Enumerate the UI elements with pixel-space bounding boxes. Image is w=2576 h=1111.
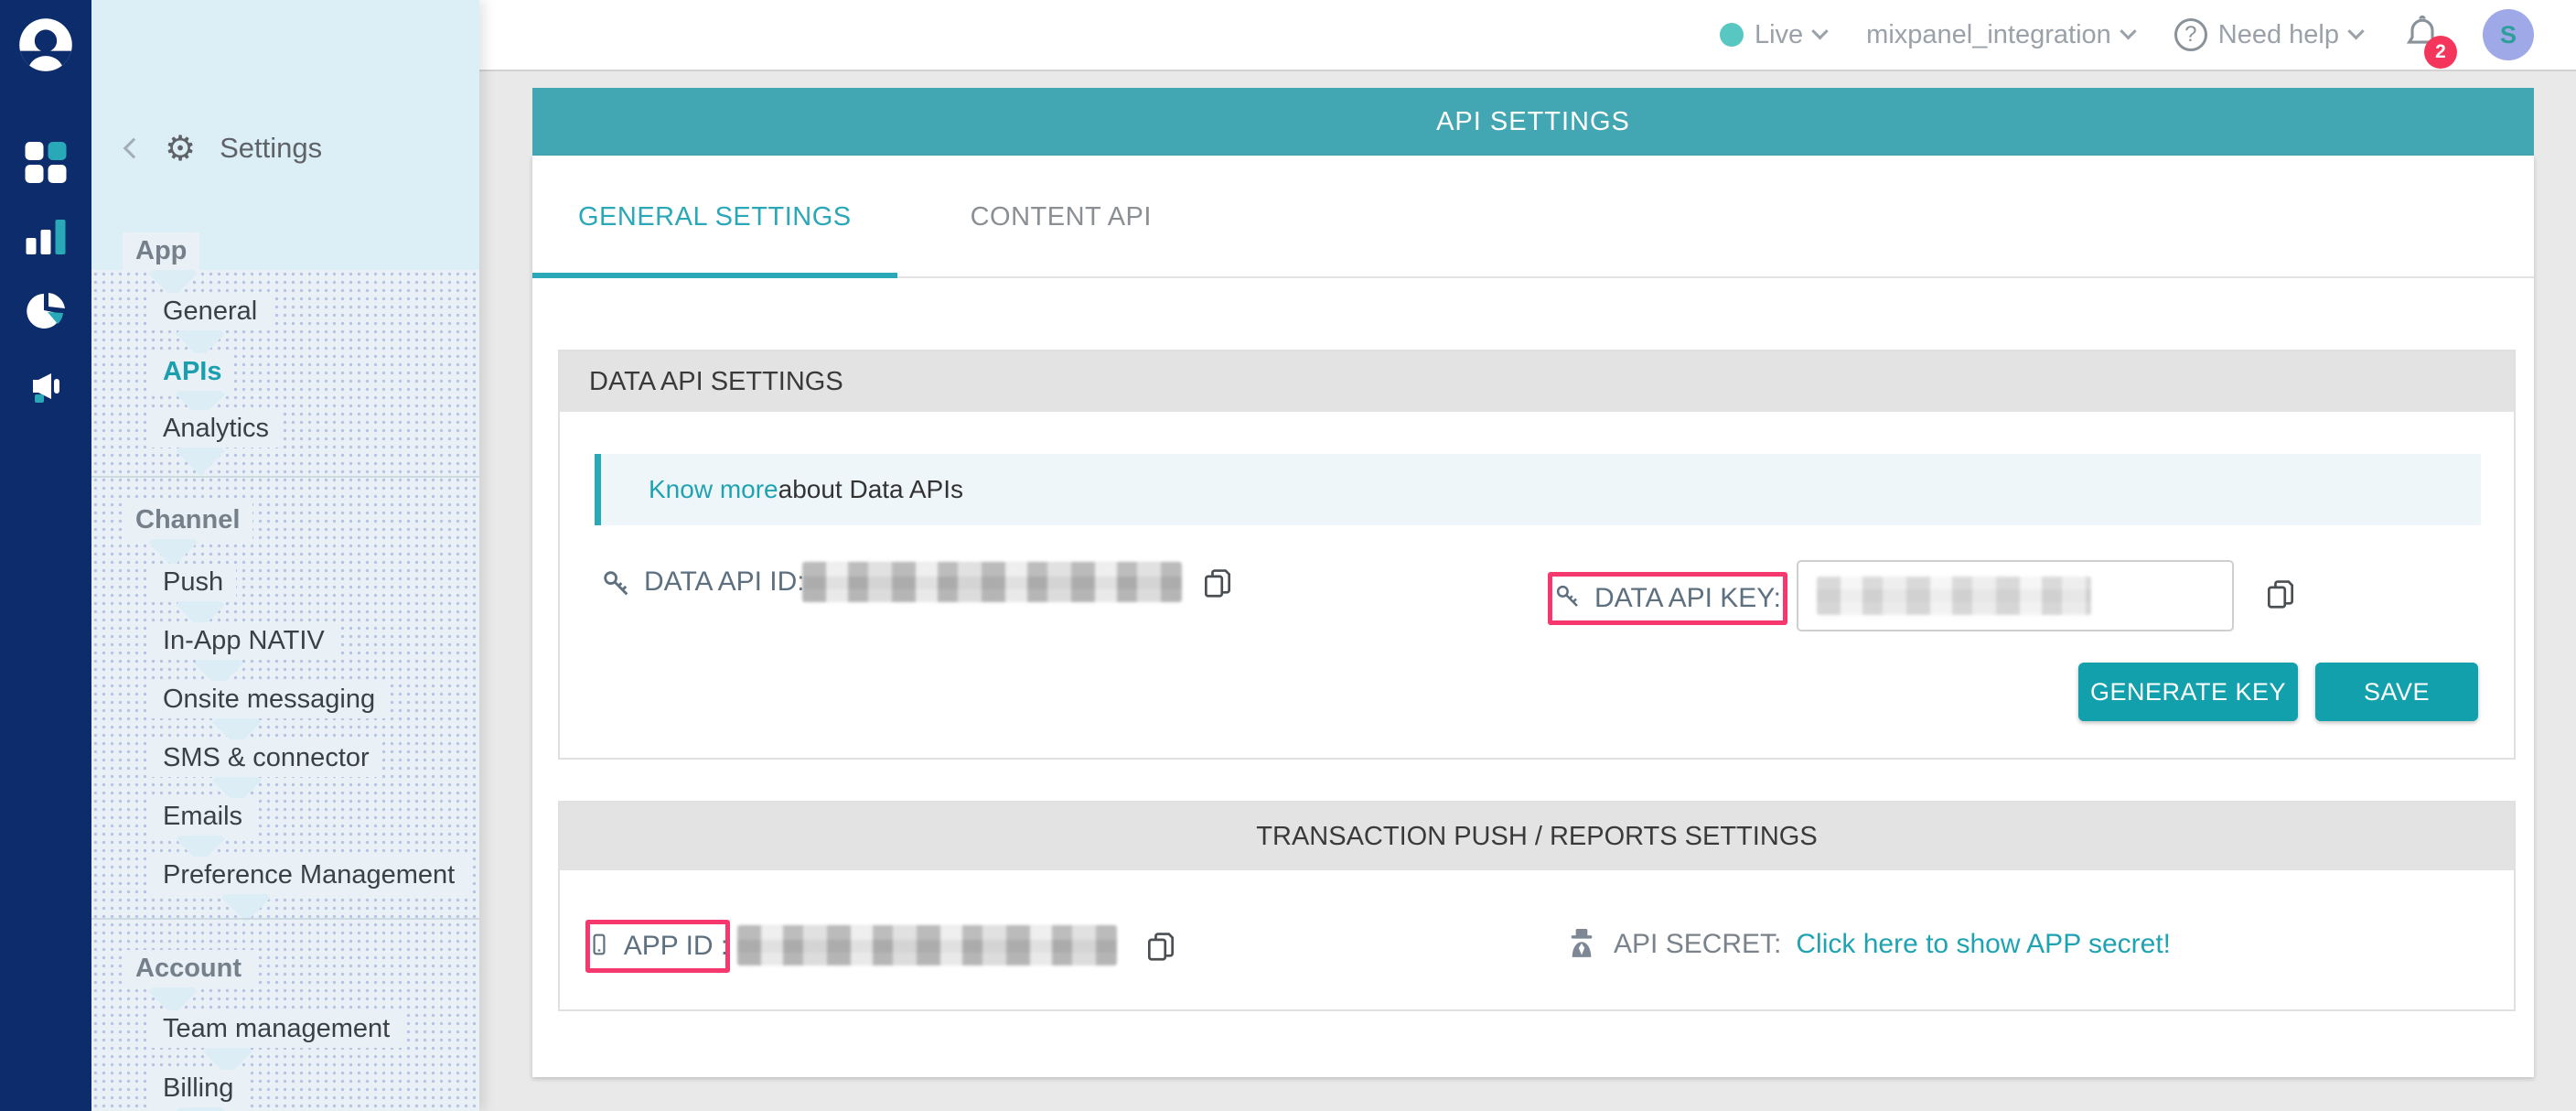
copy-icon[interactable] [1143,929,1178,968]
user-logo-icon[interactable] [17,16,74,78]
grid-apps-icon[interactable] [26,142,67,183]
sidebar-header[interactable]: ⚙ Settings [126,128,322,168]
settings-sidebar: ⚙ Settings App General APIs Analytics Ch… [91,0,479,1111]
section-heading: DATA API SETTINGS [560,351,2514,412]
user-avatar[interactable]: S [2483,9,2534,60]
notification-badge: 2 [2424,36,2457,69]
sidebar-section-app: App [91,232,479,273]
sidebar-divider [91,918,479,920]
page-title: API SETTINGS [1436,107,1630,137]
question-circle-icon: ? [2174,18,2207,51]
data-api-settings-section: DATA API SETTINGS Know more about Data A… [558,350,2516,760]
sidebar-item-emails[interactable]: Emails [91,798,479,838]
spy-icon [1564,925,1599,965]
sidebar-item-billing[interactable]: Billing [91,1070,479,1110]
data-api-id-label: DATA API ID: [644,566,805,598]
sidebar-item-onsite-messaging[interactable]: Onsite messaging [91,681,479,721]
app-id-value-redacted [737,925,1117,965]
sidebar-item-apis[interactable]: APIs [91,353,479,394]
chevron-down-icon [2120,23,2136,39]
api-settings-card: GENERAL SETTINGS CONTENT API DATA API SE… [532,156,2534,1077]
sidebar-item-inapp-nativ[interactable]: In-App NATIV [91,622,479,663]
tab-content-api[interactable]: CONTENT API [925,202,1197,276]
environment-label: Live [1755,20,1803,50]
sidebar-item-push[interactable]: Push [91,564,479,604]
environment-selector[interactable]: Live [1720,20,1826,50]
app-rail [0,0,91,1111]
show-app-secret-link[interactable]: Click here to show APP secret! [1796,929,2171,960]
pie-chart-icon[interactable] [25,291,67,338]
api-secret-label: API SECRET: [1614,929,1781,960]
sidebar-item-general[interactable]: General [91,293,479,333]
notifications-button[interactable]: 2 [2402,13,2442,58]
know-more-link[interactable]: Know more [649,475,778,504]
know-more-rest: about Data APIs [778,475,963,504]
app-id-label: APP ID : [624,931,729,962]
live-status-dot-icon [1720,23,1744,47]
project-name: mixpanel_integration [1866,20,2111,50]
help-menu[interactable]: ? Need help [2174,18,2362,51]
copy-icon[interactable] [1200,566,1235,605]
mobile-phone-icon [587,933,611,961]
transaction-settings-section: TRANSACTION PUSH / REPORTS SETTINGS APP … [558,801,2516,1011]
bar-chart-icon[interactable] [27,218,66,254]
sidebar-divider [91,476,479,478]
help-label: Need help [2218,20,2339,50]
project-selector[interactable]: mixpanel_integration [1866,20,2134,50]
know-more-banner: Know more about Data APIs [595,454,2481,525]
key-icon [601,568,632,604]
data-api-key-label: DATA API KEY: [1594,583,1781,614]
megaphone-icon[interactable] [24,366,68,415]
chevron-down-icon [2347,23,2364,39]
sidebar-item-team-management[interactable]: Team management [91,1010,479,1051]
gear-icon: ⚙ [165,131,196,166]
data-api-key-input[interactable] [1797,560,2234,631]
top-bar: Live mixpanel_integration ? Need help 2 … [479,0,2576,71]
sidebar-section-channel: Channel [91,502,479,542]
sidebar-item-preference-management[interactable]: Preference Management [91,857,479,897]
save-button[interactable]: SAVE [2315,663,2478,721]
app-id-highlight: APP ID : [585,920,730,973]
chevron-down-icon [1811,23,1828,39]
sidebar-item-analytics[interactable]: Analytics [91,410,479,450]
sidebar-item-sms-connector[interactable]: SMS & connector [91,739,479,780]
api-secret-row: API SECRET: Click here to show APP secre… [1564,914,2171,975]
copy-icon[interactable] [2263,577,2298,616]
key-icon [1554,583,1582,615]
section-heading: TRANSACTION PUSH / REPORTS SETTINGS [560,803,2514,870]
sidebar-title: Settings [220,132,322,165]
page-title-banner: API SETTINGS [532,88,2534,156]
back-chevron-icon[interactable] [123,138,145,159]
tab-general-settings[interactable]: GENERAL SETTINGS [532,202,897,276]
data-api-id-value-redacted [802,562,1182,602]
data-api-key-value-redacted [1817,577,2091,615]
generate-key-button[interactable]: GENERATE KEY [2078,663,2298,721]
tab-bar: GENERAL SETTINGS CONTENT API [532,156,2534,278]
sidebar-section-account: Account [91,950,479,990]
data-api-key-highlight: DATA API KEY: [1548,572,1787,625]
